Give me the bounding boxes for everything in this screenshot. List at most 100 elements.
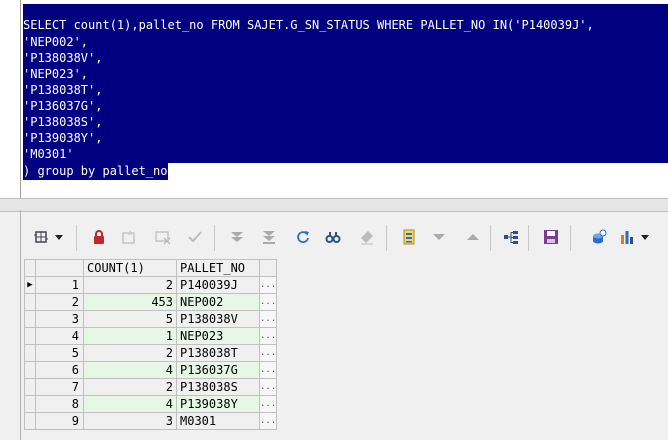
sql-line-3[interactable]: 'P138038V',: [23, 50, 668, 67]
result-grid: COUNT(1) PALLET_NO ▶ 1 2 P140039J ... 2 …: [24, 259, 278, 430]
sql-line-5[interactable]: 'P138038T',: [23, 82, 668, 99]
sql-line-8[interactable]: 'P139038Y',: [23, 130, 668, 147]
table-row[interactable]: 2 453 NEP002 ...: [24, 293, 278, 311]
cell-ellipsis-button[interactable]: ...: [258, 378, 278, 396]
table-row[interactable]: 6 4 P136037G ...: [24, 361, 278, 379]
toolbar-separator: [490, 225, 491, 251]
row-indicator: [24, 412, 36, 430]
refresh-icon[interactable]: [292, 226, 314, 248]
row-number: 2: [35, 293, 84, 311]
toolbar-separator: [76, 225, 77, 251]
row-indicator: [24, 395, 36, 413]
cell-pallet-no[interactable]: P139038Y: [176, 395, 260, 413]
cell-count[interactable]: 4: [83, 361, 177, 379]
cell-pallet-no[interactable]: NEP023: [176, 327, 260, 345]
tree-icon[interactable]: [500, 226, 522, 248]
pane-splitter[interactable]: [0, 198, 668, 212]
table-row[interactable]: ▶ 1 2 P140039J ...: [24, 276, 278, 294]
row-indicator: [24, 327, 36, 345]
chart-dropdown-icon[interactable]: [638, 226, 652, 248]
cell-count[interactable]: 4: [83, 395, 177, 413]
table-row[interactable]: 8 4 P139038Y ...: [24, 395, 278, 413]
cell-ellipsis-button[interactable]: ...: [258, 344, 278, 362]
cell-ellipsis-button[interactable]: ...: [258, 293, 278, 311]
clear-icon[interactable]: [356, 226, 378, 248]
row-number: 5: [35, 344, 84, 362]
row-indicator: [24, 293, 36, 311]
cell-pallet-no[interactable]: NEP002: [176, 293, 260, 311]
sql-line-2[interactable]: 'NEP002',: [23, 34, 668, 51]
result-toolbar: [22, 220, 668, 256]
dropdown-arrow-icon[interactable]: [52, 226, 66, 248]
cell-pallet-no[interactable]: P140039J: [176, 276, 260, 294]
row-indicator: [24, 361, 36, 379]
cell-pallet-no[interactable]: P138038S: [176, 378, 260, 396]
cell-count[interactable]: 5: [83, 310, 177, 328]
sql-line-4[interactable]: 'NEP023',: [23, 66, 668, 83]
chart-icon[interactable]: [616, 226, 638, 248]
selection-top-strip: [23, 4, 668, 17]
editor-gutter-divider: [20, 0, 21, 198]
row-number: 8: [35, 395, 84, 413]
post-record-icon[interactable]: [184, 226, 206, 248]
header-rownum-cell: [35, 259, 84, 277]
table-row[interactable]: 3 5 P138038V ...: [24, 310, 278, 328]
column-header-pallet-no[interactable]: PALLET_NO: [176, 259, 260, 277]
cell-count[interactable]: 453: [83, 293, 177, 311]
save-icon[interactable]: [540, 226, 562, 248]
cell-count[interactable]: 2: [83, 344, 177, 362]
row-number: 4: [35, 327, 84, 345]
row-indicator: [24, 310, 36, 328]
lock-icon[interactable]: [88, 226, 110, 248]
cell-ellipsis-button[interactable]: ...: [258, 412, 278, 430]
row-indicator: [24, 378, 36, 396]
row-indicator: [24, 344, 36, 362]
sql-editor[interactable]: SELECT count(1),pallet_no FROM SAJET.G_S…: [0, 0, 668, 198]
cell-count[interactable]: 2: [83, 378, 177, 396]
cell-ellipsis-button[interactable]: ...: [258, 395, 278, 413]
cell-ellipsis-button[interactable]: ...: [258, 361, 278, 379]
cell-pallet-no[interactable]: M0301: [176, 412, 260, 430]
toolbar-separator: [528, 225, 529, 251]
cell-ellipsis-button[interactable]: ...: [258, 276, 278, 294]
new-record-icon[interactable]: [118, 226, 140, 248]
table-row[interactable]: 7 2 P138038S ...: [24, 378, 278, 396]
left-border: [20, 210, 21, 440]
header-indicator-cell: [24, 259, 36, 277]
sql-line-10[interactable]: ) group by pallet_no: [23, 163, 168, 180]
row-number: 7: [35, 378, 84, 396]
cell-count[interactable]: 3: [83, 412, 177, 430]
row-number: 1: [35, 276, 84, 294]
grid-header-row: COUNT(1) PALLET_NO: [24, 259, 278, 277]
cell-count[interactable]: 1: [83, 327, 177, 345]
column-header-count[interactable]: COUNT(1): [83, 259, 177, 277]
cell-pallet-no[interactable]: P138038V: [176, 310, 260, 328]
toolbar-separator: [570, 225, 571, 251]
row-number: 9: [35, 412, 84, 430]
table-row[interactable]: 4 1 NEP023 ...: [24, 327, 278, 345]
grid-options-icon[interactable]: [30, 226, 52, 248]
fetch-next-icon[interactable]: [226, 226, 248, 248]
toolbar-separator: [386, 225, 387, 251]
sql-line-9[interactable]: 'M0301': [23, 146, 668, 163]
cell-ellipsis-button[interactable]: ...: [258, 310, 278, 328]
fetch-last-icon[interactable]: [258, 226, 280, 248]
find-icon[interactable]: [322, 226, 344, 248]
export-icon[interactable]: [398, 226, 420, 248]
sql-line-7[interactable]: 'P138038S',: [23, 114, 668, 131]
cell-ellipsis-button[interactable]: ...: [258, 327, 278, 345]
table-row[interactable]: 9 3 M0301 ...: [24, 412, 278, 430]
row-number: 6: [35, 361, 84, 379]
table-row[interactable]: 5 2 P138038T ...: [24, 344, 278, 362]
sql-line-1[interactable]: SELECT count(1),pallet_no FROM SAJET.G_S…: [23, 17, 668, 34]
header-ellipsis-cell: [258, 259, 278, 277]
cell-pallet-no[interactable]: P138038T: [176, 344, 260, 362]
cell-pallet-no[interactable]: P136037G: [176, 361, 260, 379]
toolbar-separator: [214, 225, 215, 251]
cell-count[interactable]: 2: [83, 276, 177, 294]
sql-line-6[interactable]: 'P136037G',: [23, 98, 668, 115]
sort-up-icon[interactable]: [462, 226, 484, 248]
query-icon[interactable]: [588, 226, 610, 248]
sort-down-icon[interactable]: [428, 226, 450, 248]
delete-record-icon[interactable]: [152, 226, 174, 248]
